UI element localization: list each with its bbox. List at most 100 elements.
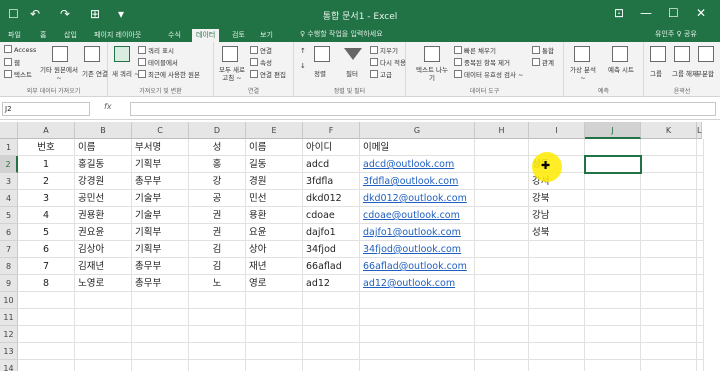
cell-l14[interactable]	[697, 360, 704, 371]
new-query-icon[interactable]	[114, 46, 130, 62]
column-header-h[interactable]: H	[475, 122, 529, 139]
cell-b5[interactable]: 권용환	[75, 207, 132, 224]
cell-c10[interactable]	[132, 292, 189, 309]
cell-l10[interactable]	[697, 292, 704, 309]
cell-e9[interactable]: 영로	[246, 275, 303, 292]
undo-icon[interactable]: ↶	[30, 7, 40, 21]
cell-l9[interactable]	[697, 275, 704, 292]
cell-i10[interactable]	[529, 292, 585, 309]
cell-h1[interactable]	[475, 139, 529, 156]
cell-k3[interactable]	[641, 173, 697, 190]
consolidate-button[interactable]: 통합	[532, 45, 554, 55]
cell-k13[interactable]	[641, 343, 697, 360]
cell-d8[interactable]: 김	[189, 258, 246, 275]
clear-button[interactable]: 지우기	[370, 45, 398, 55]
remove-duplicates-button[interactable]: 중복된 항목 제거	[454, 57, 510, 67]
cell-h14[interactable]	[475, 360, 529, 371]
row-header[interactable]: 10	[0, 292, 18, 309]
cell-k4[interactable]	[641, 190, 697, 207]
row-header[interactable]: 8	[0, 258, 18, 275]
cell-i11[interactable]	[529, 309, 585, 326]
cell-h13[interactable]	[475, 343, 529, 360]
cell-h9[interactable]	[475, 275, 529, 292]
cell-j6[interactable]	[585, 224, 641, 241]
cell-i13[interactable]	[529, 343, 585, 360]
from-web-button[interactable]: 웹	[4, 57, 20, 67]
row-header[interactable]: 1	[0, 139, 18, 156]
cell-g3[interactable]: 3fdfla@outlook.com	[360, 173, 475, 190]
cell-i14[interactable]	[529, 360, 585, 371]
row-header[interactable]: 13	[0, 343, 18, 360]
what-if-analysis-button[interactable]: 가상 분석 ~	[568, 66, 598, 82]
cell-e5[interactable]: 용환	[246, 207, 303, 224]
show-queries-button[interactable]: 쿼리 표시	[138, 45, 174, 55]
cell-g4[interactable]: dkd012@outlook.com	[360, 190, 475, 207]
cell-b12[interactable]	[75, 326, 132, 343]
cell-l6[interactable]	[697, 224, 704, 241]
forecast-sheet-icon[interactable]	[612, 46, 628, 62]
cell-i8[interactable]	[529, 258, 585, 275]
cell-a13[interactable]	[18, 343, 75, 360]
cell-d1[interactable]: 성	[189, 139, 246, 156]
cell-l2[interactable]	[697, 156, 704, 173]
row-header[interactable]: 5	[0, 207, 18, 224]
column-header-e[interactable]: E	[246, 122, 303, 139]
cell-k1[interactable]	[641, 139, 697, 156]
cell-a8[interactable]: 7	[18, 258, 75, 275]
cell-b4[interactable]: 공민선	[75, 190, 132, 207]
properties-button[interactable]: 속성	[250, 57, 272, 67]
cell-l13[interactable]	[697, 343, 704, 360]
cell-c13[interactable]	[132, 343, 189, 360]
cell-c5[interactable]: 기술부	[132, 207, 189, 224]
email-link[interactable]: 3fdfla@outlook.com	[363, 176, 458, 187]
from-access-button[interactable]: Access	[4, 45, 36, 54]
new-query-button[interactable]: 새 쿼리 ~	[112, 68, 140, 78]
advanced-button[interactable]: 고급	[370, 69, 392, 79]
column-header-d[interactable]: D	[189, 122, 246, 139]
cell-d13[interactable]	[189, 343, 246, 360]
cell-g13[interactable]	[360, 343, 475, 360]
cell-l1[interactable]	[697, 139, 704, 156]
quick-access-form-icon[interactable]: ⊞	[90, 7, 100, 21]
worksheet-grid[interactable]: A B C D E F G H I J K L 1 번호 이름 부서명 성 이름 아이디 이메일 2 1 홍길동 기획부 홍 길동…	[0, 122, 720, 371]
column-header-a[interactable]: A	[18, 122, 75, 139]
row-header[interactable]: 11	[0, 309, 18, 326]
column-header-j[interactable]: J	[585, 122, 641, 139]
cell-b13[interactable]	[75, 343, 132, 360]
cell-i4[interactable]: 강북	[529, 190, 585, 207]
cell-g1[interactable]: 이메일	[360, 139, 475, 156]
cell-d7[interactable]: 김	[189, 241, 246, 258]
group-button[interactable]: 그룹	[650, 68, 662, 78]
connections-button[interactable]: 연결	[250, 45, 272, 55]
customize-quick-access-icon[interactable]: ▾	[118, 7, 124, 21]
email-link[interactable]: dkd012@outlook.com	[363, 193, 467, 204]
cell-i5[interactable]: 강남	[529, 207, 585, 224]
cell-f14[interactable]	[303, 360, 360, 371]
cell-l3[interactable]	[697, 173, 704, 190]
cell-g5[interactable]: cdoae@outlook.com	[360, 207, 475, 224]
edit-links-button[interactable]: 연결 편집	[250, 69, 286, 79]
cell-c14[interactable]	[132, 360, 189, 371]
cell-a9[interactable]: 8	[18, 275, 75, 292]
cell-e11[interactable]	[246, 309, 303, 326]
cell-c11[interactable]	[132, 309, 189, 326]
name-box[interactable]: J2	[2, 102, 90, 116]
cell-f1[interactable]: 아이디	[303, 139, 360, 156]
cell-h3[interactable]	[475, 173, 529, 190]
row-header[interactable]: 12	[0, 326, 18, 343]
cell-i1[interactable]	[529, 139, 585, 156]
cell-e4[interactable]: 민선	[246, 190, 303, 207]
cell-g9[interactable]: ad12@outlook.com	[360, 275, 475, 292]
cell-h6[interactable]	[475, 224, 529, 241]
cell-c8[interactable]: 총무부	[132, 258, 189, 275]
sort-descending-icon[interactable]: ↓	[300, 62, 306, 70]
cell-d9[interactable]: 노	[189, 275, 246, 292]
cell-c1[interactable]: 부서명	[132, 139, 189, 156]
cell-b11[interactable]	[75, 309, 132, 326]
tab-view[interactable]: 보기	[256, 29, 277, 42]
cell-b9[interactable]: 노영로	[75, 275, 132, 292]
row-header[interactable]: 7	[0, 241, 18, 258]
cell-f13[interactable]	[303, 343, 360, 360]
row-header[interactable]: 6	[0, 224, 18, 241]
column-header-c[interactable]: C	[132, 122, 189, 139]
